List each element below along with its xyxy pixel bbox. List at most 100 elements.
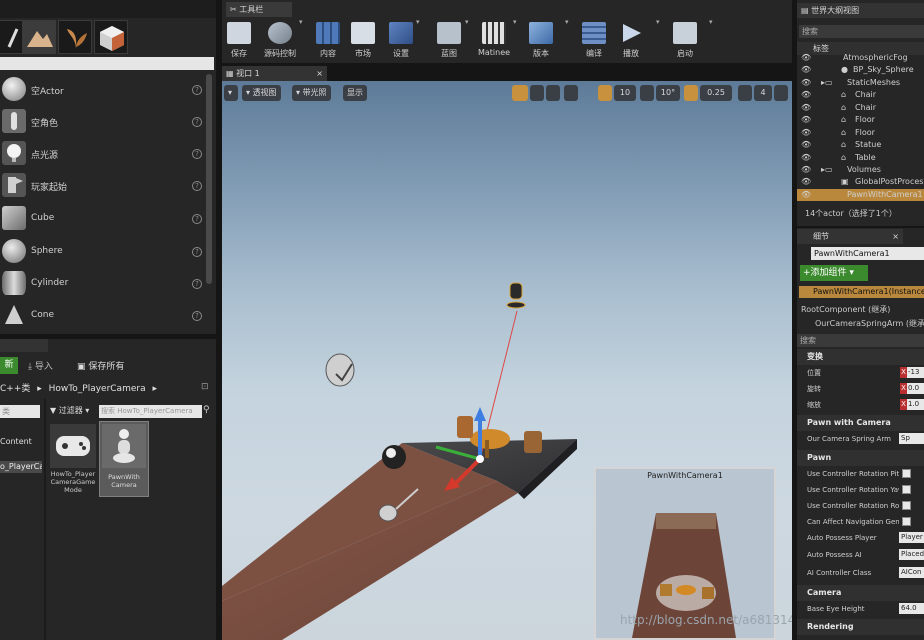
help-icon[interactable]: ? xyxy=(192,214,202,224)
place-item-cone[interactable]: Cone ? xyxy=(0,300,206,332)
outliner-row[interactable]: 👁 ▣ GlobalPostProcess xyxy=(797,176,924,188)
scale-snap-icon[interactable] xyxy=(684,85,698,101)
view-mode-button[interactable]: ▾ 带光照 xyxy=(292,85,331,101)
grid-snap-value[interactable]: 10 xyxy=(614,85,636,101)
place-item-empty-actor[interactable]: 空Actor ? xyxy=(0,74,206,106)
rotation-snap-value[interactable]: 10° xyxy=(656,85,680,101)
outliner-row[interactable]: 👁 ⌂ Table xyxy=(797,152,924,164)
place-item-cylinder[interactable]: Cylinder ? xyxy=(0,268,206,300)
outliner-search-input[interactable]: 搜索 xyxy=(799,25,924,38)
toolbar-tab[interactable]: ✂ 工具栏 xyxy=(226,2,292,17)
pawn-with-camera-section-header[interactable]: Pawn with Camera xyxy=(797,415,924,431)
settings-button[interactable]: 设置 xyxy=(386,20,416,62)
chevron-down-icon[interactable]: ▾ xyxy=(299,18,303,26)
add-component-button[interactable]: +添加组件 ▾ xyxy=(800,265,868,281)
viewport-options-button[interactable]: ▾ xyxy=(224,85,238,101)
launch-button[interactable]: 启动 xyxy=(668,20,702,62)
help-icon[interactable]: ? xyxy=(192,311,202,321)
location-x-input[interactable]: -13 xyxy=(907,367,924,378)
outliner-row[interactable]: 👁 ⌂ Chair xyxy=(797,102,924,114)
help-icon[interactable]: ? xyxy=(192,149,202,159)
mode-tab-place[interactable] xyxy=(0,20,24,54)
help-icon[interactable]: ? xyxy=(192,117,202,127)
eye-icon[interactable]: 👁 xyxy=(801,164,811,176)
eye-icon[interactable]: 👁 xyxy=(801,139,811,151)
pawn-section-header[interactable]: Pawn xyxy=(797,450,924,466)
checkbox[interactable] xyxy=(902,517,911,526)
splitter[interactable] xyxy=(44,399,46,640)
tree-item-selected[interactable]: o_PlayerCa xyxy=(0,461,42,473)
marketplace-button[interactable]: 市场 xyxy=(348,20,378,62)
auto-possess-ai-dropdown[interactable]: Placed xyxy=(899,549,924,560)
scale-tool-icon[interactable] xyxy=(546,85,560,101)
help-icon[interactable]: ? xyxy=(192,85,202,95)
details-tab[interactable]: 细节 × xyxy=(797,229,903,244)
outliner-row[interactable]: 👁 ⌂ Chair xyxy=(797,89,924,101)
rotation-x-input[interactable]: 0.0 xyxy=(907,383,924,394)
maximize-icon[interactable] xyxy=(774,85,788,101)
eye-icon[interactable]: 👁 xyxy=(801,89,811,101)
scale-label[interactable]: 缩放 xyxy=(807,400,821,410)
close-icon[interactable]: × xyxy=(316,66,323,81)
help-icon[interactable]: ? xyxy=(192,247,202,257)
transform-section-header[interactable]: 变换 xyxy=(797,349,924,365)
component-spring-arm[interactable]: OurCameraSpringArm (继承) xyxy=(815,318,924,329)
mode-tab-landscape[interactable] xyxy=(22,20,56,54)
chevron-down-icon[interactable]: ▾ xyxy=(565,18,569,26)
asset-tile-game-mode[interactable]: HowTo_Player CameraGame Mode xyxy=(50,424,96,499)
translate-tool-icon[interactable] xyxy=(512,85,528,101)
eye-icon[interactable]: 👁 xyxy=(801,114,811,126)
breadcrumb-root[interactable]: C++类 xyxy=(0,384,30,394)
outliner-folder-row[interactable]: 👁 ▸▭ StaticMeshes xyxy=(797,77,924,89)
rotation-snap-icon[interactable] xyxy=(640,85,654,101)
eye-icon[interactable]: 👁 xyxy=(801,152,811,164)
camera-section-header[interactable]: Camera xyxy=(797,585,924,601)
component-root[interactable]: RootComponent (继承) xyxy=(801,304,890,315)
build-button[interactable]: 版本 xyxy=(526,20,556,62)
component-instance-row[interactable]: PawnWithCamera1(Instance) xyxy=(799,286,924,298)
chevron-down-icon[interactable]: ▾ xyxy=(465,18,469,26)
rendering-section-header[interactable]: Rendering xyxy=(797,619,924,635)
mode-tab-foliage[interactable] xyxy=(58,20,92,54)
checkbox[interactable] xyxy=(902,469,911,478)
scale-x-input[interactable]: 1.0 xyxy=(907,399,924,410)
lock-icon[interactable]: ⊡ xyxy=(201,382,209,392)
content-browser-tab[interactable] xyxy=(0,339,48,352)
rotation-label[interactable]: 旋转 xyxy=(807,384,821,394)
compile-button[interactable]: 编译 xyxy=(578,20,610,62)
outliner-row[interactable]: 👁 ⌂ Statue xyxy=(797,139,924,151)
location-label[interactable]: 位置 xyxy=(807,368,821,378)
base-eye-height-input[interactable]: 64.0 xyxy=(899,603,924,614)
chevron-down-icon[interactable]: ▾ xyxy=(513,18,517,26)
outliner-row-selected[interactable]: 👁 PawnWithCamera1 xyxy=(797,189,924,202)
eye-icon[interactable]: 👁 xyxy=(801,52,811,64)
outliner-row[interactable]: 👁 AtmosphericFog xyxy=(797,52,924,64)
perspective-button[interactable]: ▾ 透视图 xyxy=(242,85,281,101)
chevron-down-icon[interactable]: ▾ xyxy=(709,18,713,26)
save-button[interactable]: 保存 xyxy=(224,20,254,62)
outliner-row[interactable]: 👁 ⌂ Floor xyxy=(797,127,924,139)
place-item-player-start[interactable]: 玩家起始 ? xyxy=(0,170,206,202)
ai-controller-dropdown[interactable]: AICon xyxy=(899,567,924,578)
actor-name-input[interactable]: PawnWithCamera1 xyxy=(811,247,924,260)
close-icon[interactable]: × xyxy=(892,229,899,244)
place-item-empty-character[interactable]: 空角色 ? xyxy=(0,106,206,138)
outliner-tab[interactable]: ▤ 世界大纲视图 xyxy=(797,3,924,18)
tree-item-content[interactable]: Content xyxy=(0,437,32,446)
chevron-down-icon[interactable]: ▾ xyxy=(656,18,660,26)
asset-tile-pawn-with-camera[interactable]: PawnWith Camera xyxy=(99,421,149,497)
camera-speed-value[interactable]: 4 xyxy=(754,85,772,101)
place-item-cube[interactable]: Cube ? xyxy=(0,203,206,235)
save-all-button[interactable]: ▣ 保存所有 xyxy=(77,359,124,372)
grid-snap-icon[interactable] xyxy=(598,85,612,101)
play-button[interactable]: 播放 xyxy=(616,20,646,62)
eye-icon[interactable]: 👁 xyxy=(801,64,811,76)
outliner-folder-row[interactable]: 👁 ▸▭ Volumes xyxy=(797,164,924,176)
source-control-button[interactable]: 源码控制 xyxy=(258,20,302,62)
place-search-input[interactable] xyxy=(0,57,214,70)
help-icon[interactable]: ? xyxy=(192,181,202,191)
chevron-down-icon[interactable]: ▾ xyxy=(416,18,420,26)
level-viewport[interactable]: ▾ ▾ 透视图 ▾ 带光照 显示 10 10° 0.25 4 PawnWithC… xyxy=(222,81,792,640)
rotate-tool-icon[interactable] xyxy=(530,85,544,101)
matinee-button[interactable]: Matinee xyxy=(476,20,512,62)
